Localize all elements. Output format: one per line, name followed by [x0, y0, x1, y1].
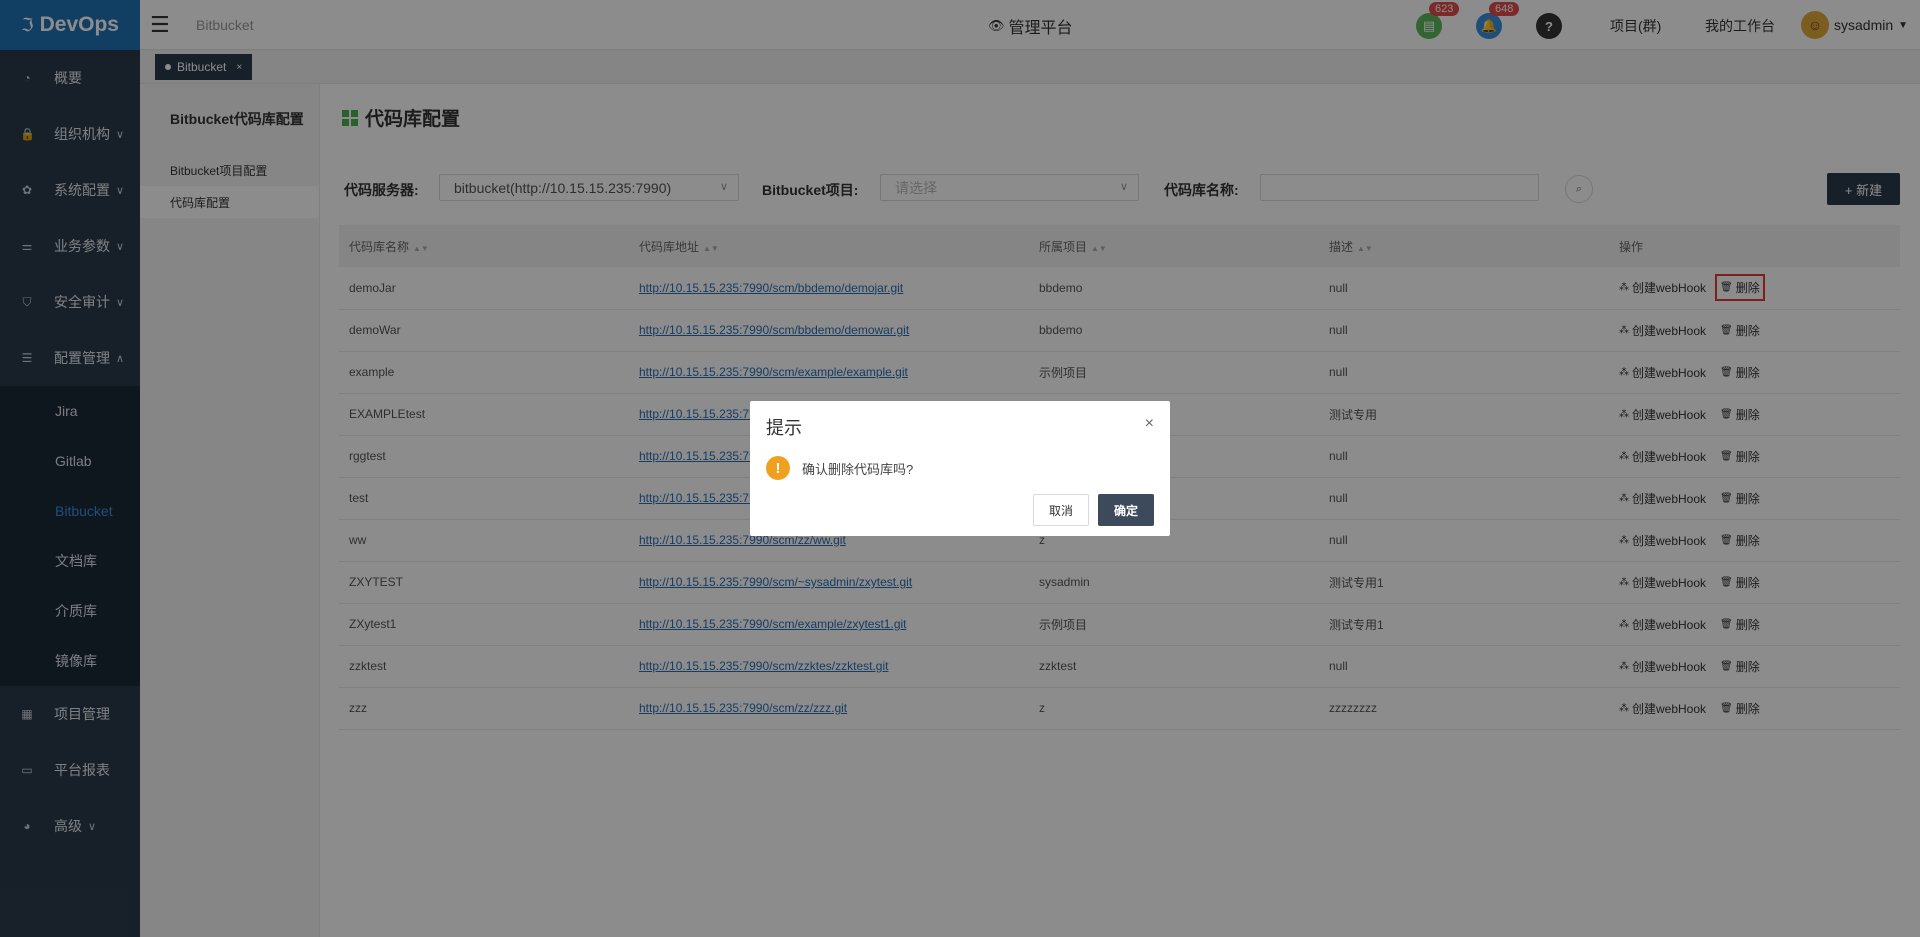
- dialog-message: ! 确认删除代码库吗?: [766, 456, 913, 480]
- warning-icon: !: [766, 456, 790, 480]
- dialog-message-text: 确认删除代码库吗?: [802, 461, 914, 477]
- close-icon[interactable]: ×: [1145, 415, 1154, 433]
- dialog-title: 提示: [766, 418, 802, 438]
- cancel-button[interactable]: 取消: [1033, 494, 1089, 526]
- confirm-dialog: 提示 × ! 确认删除代码库吗? 取消 确定: [750, 401, 1170, 536]
- ok-button[interactable]: 确定: [1098, 494, 1154, 526]
